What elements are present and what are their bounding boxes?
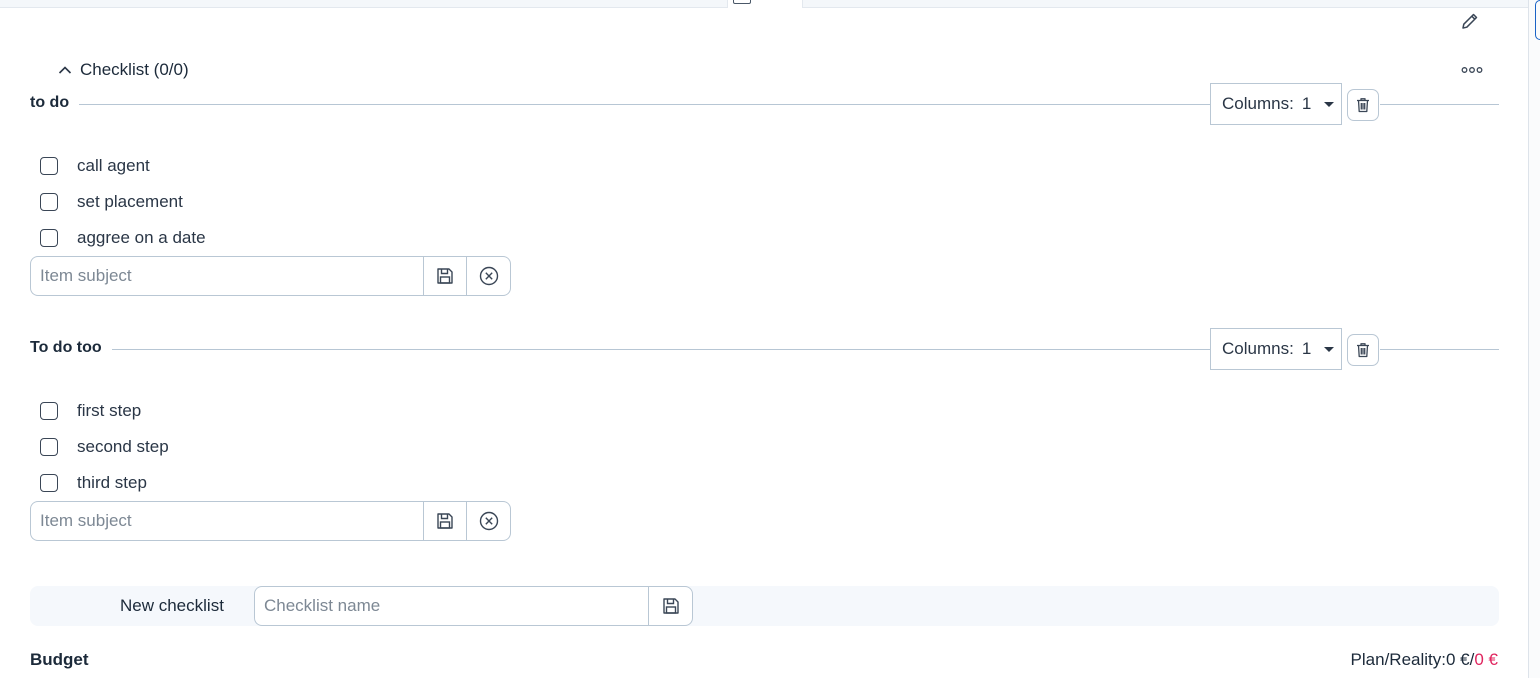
checklist-item[interactable]: first step — [40, 399, 141, 423]
save-checklist-button[interactable] — [648, 586, 693, 626]
checklist-name-input[interactable] — [254, 586, 648, 626]
checklist-section-title: Checklist (0/0) — [80, 60, 189, 79]
item-subject-input[interactable] — [30, 501, 423, 541]
save-item-button[interactable] — [423, 256, 467, 296]
item-checkbox[interactable] — [40, 193, 58, 211]
tab-stub-icon — [733, 0, 751, 4]
item-label: aggree on a date — [77, 228, 206, 247]
item-label: second step — [77, 437, 169, 456]
save-item-button[interactable] — [423, 501, 467, 541]
close-circle-icon — [479, 266, 498, 286]
group-divider-left — [30, 349, 1210, 350]
trash-icon — [1357, 98, 1369, 113]
tab-stub[interactable] — [727, 0, 803, 8]
trash-icon — [1357, 343, 1369, 358]
columns-select[interactable]: Columns: 1 — [1210, 328, 1342, 370]
checklist-section-toggle[interactable]: Checklist (0/0) — [58, 58, 189, 82]
new-checklist-bar: New checklist — [30, 586, 1499, 626]
caret-down-icon — [1324, 101, 1335, 107]
columns-value: 1 — [1301, 339, 1312, 358]
budget-plan-reality: Plan/Reality:0 €/0 € — [1351, 650, 1498, 670]
delete-group-button[interactable] — [1347, 89, 1379, 121]
add-item-row — [30, 256, 511, 296]
reality-value: 0 € — [1474, 650, 1498, 669]
save-icon — [662, 598, 679, 614]
checklist-item[interactable]: set placement — [40, 190, 183, 214]
right-panel-edge — [1528, 0, 1540, 678]
pencil-icon — [1462, 13, 1478, 29]
more-options-button[interactable] — [1460, 62, 1484, 78]
cancel-item-button[interactable] — [467, 256, 511, 296]
item-label: first step — [77, 401, 142, 420]
item-subject-input[interactable] — [30, 256, 423, 296]
budget-title: Budget — [30, 650, 89, 669]
add-item-row — [30, 501, 511, 541]
group-title: to do — [30, 94, 80, 112]
group-divider-left — [30, 104, 1210, 105]
cancel-item-button[interactable] — [467, 501, 511, 541]
columns-label: Columns: — [1222, 94, 1294, 113]
checklist-item[interactable]: second step — [40, 435, 169, 459]
save-icon — [437, 513, 453, 529]
new-checklist-label: New checklist — [120, 596, 224, 615]
item-checkbox[interactable] — [40, 229, 58, 247]
top-tab-strip — [0, 0, 1528, 8]
item-checkbox[interactable] — [40, 157, 58, 175]
edit-button[interactable] — [1458, 9, 1482, 33]
columns-select[interactable]: Columns: 1 — [1210, 83, 1342, 125]
save-icon — [437, 268, 453, 284]
plan-reality-label: Plan/Reality: — [1350, 650, 1446, 669]
group-divider-right — [1380, 349, 1499, 350]
panel-toggle-handle[interactable] — [1535, 0, 1540, 40]
columns-value: 1 — [1301, 94, 1312, 113]
close-circle-icon — [479, 511, 498, 531]
item-label: call agent — [77, 156, 150, 175]
item-checkbox[interactable] — [40, 474, 58, 492]
checklist-item[interactable]: call agent — [40, 154, 150, 178]
item-checkbox[interactable] — [40, 402, 58, 420]
chevron-up-icon — [58, 66, 72, 74]
plan-value: 0 € — [1445, 650, 1470, 669]
item-checkbox[interactable] — [40, 438, 58, 456]
checklist-item[interactable]: third step — [40, 471, 147, 495]
checklist-item[interactable]: aggree on a date — [40, 226, 206, 250]
group-divider-right — [1380, 104, 1499, 105]
columns-label: Columns: — [1222, 339, 1294, 358]
item-label: set placement — [77, 192, 183, 211]
caret-down-icon — [1324, 346, 1335, 352]
more-horizontal-icon — [1461, 67, 1483, 73]
group-title: To do too — [30, 339, 112, 357]
item-label: third step — [77, 473, 147, 492]
delete-group-button[interactable] — [1347, 334, 1379, 366]
